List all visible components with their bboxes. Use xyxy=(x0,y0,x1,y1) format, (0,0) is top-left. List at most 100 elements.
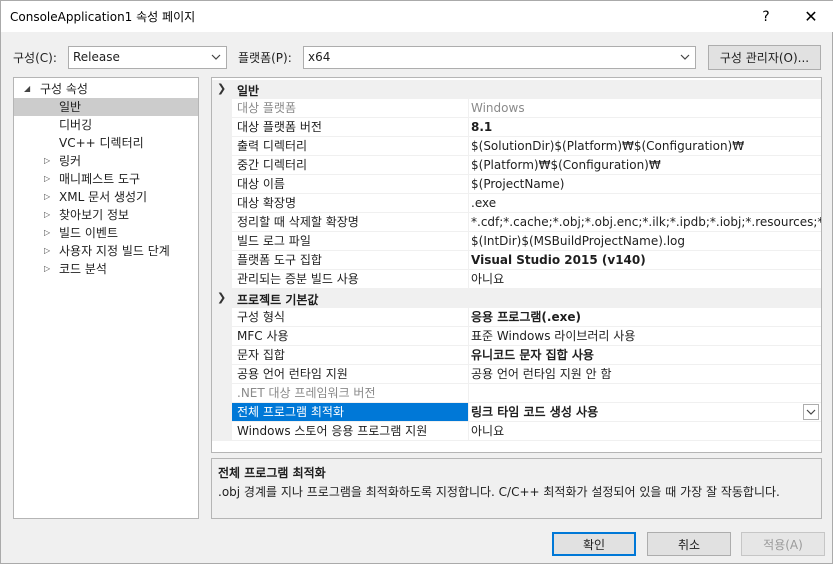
property-row-windows-store-app-support[interactable]: Windows 스토어 응용 프로그램 지원 아니요 xyxy=(212,422,821,441)
configuration-combo[interactable]: Release xyxy=(68,46,227,69)
expand-arrow-icon[interactable]: ▷ xyxy=(44,170,54,188)
category-project-defaults[interactable]: ❯ 프로젝트 기본값 xyxy=(212,289,821,308)
property-name: 플랫폼 도구 집합 xyxy=(232,251,468,270)
tree-item-label: 매니페스트 도구 xyxy=(59,172,141,186)
help-button[interactable]: ? xyxy=(743,1,789,32)
row-margin xyxy=(212,213,232,232)
cancel-button[interactable]: 취소 xyxy=(647,532,731,556)
property-name: 출력 디렉터리 xyxy=(232,137,468,156)
property-name: .NET 대상 프레임워크 버전 xyxy=(232,384,468,403)
property-value[interactable]: $(IntDir)$(MSBuildProjectName).log xyxy=(468,232,821,251)
property-value[interactable]: $(Platform)₩$(Configuration)₩ xyxy=(468,156,821,175)
property-grid[interactable]: ❯ 일반 대상 플랫폼 Windows 대상 플랫폼 버전 8.1 출력 디렉터… xyxy=(211,77,822,453)
property-value[interactable]: $(SolutionDir)$(Platform)₩$(Configuratio… xyxy=(468,137,821,156)
close-button[interactable]: ✕ xyxy=(788,1,833,32)
property-row-clr-support[interactable]: 공용 언어 런타임 지원 공용 언어 런타임 지원 안 함 xyxy=(212,365,821,384)
help-icon: ? xyxy=(762,8,770,25)
row-margin xyxy=(212,270,232,289)
collapse-arrow-icon[interactable]: ◢ xyxy=(24,80,34,98)
apply-button[interactable]: 적용(A) xyxy=(741,532,825,556)
expand-arrow-icon[interactable]: ▷ xyxy=(44,242,54,260)
property-row-use-of-mfc[interactable]: MFC 사용 표준 Windows 라이브러리 사용 xyxy=(212,327,821,346)
property-row-target-platform[interactable]: 대상 플랫폼 Windows xyxy=(212,99,821,118)
configuration-value: Release xyxy=(73,50,120,64)
expand-arrow-icon[interactable]: ▷ xyxy=(44,188,54,206)
property-row-whole-program-optimization[interactable]: 전체 프로그램 최적화 링크 타임 코드 생성 사용 xyxy=(212,403,821,422)
tree-item-code-analysis[interactable]: ▷ 코드 분석 xyxy=(14,260,198,278)
category-label: 프로젝트 기본값 xyxy=(237,293,319,307)
dropdown-button[interactable] xyxy=(803,404,819,420)
tree-item-custom-build-step[interactable]: ▷ 사용자 지정 빌드 단계 xyxy=(14,242,198,260)
property-value[interactable]: 표준 Windows 라이브러리 사용 xyxy=(468,327,821,346)
category-label: 일반 xyxy=(237,84,260,98)
category-general[interactable]: ❯ 일반 xyxy=(212,80,821,99)
property-row-build-log-file[interactable]: 빌드 로그 파일 $(IntDir)$(MSBuildProjectName).… xyxy=(212,232,821,251)
tree-item-browse-information[interactable]: ▷ 찾아보기 정보 xyxy=(14,206,198,224)
tree-item-linker[interactable]: ▷ 링커 xyxy=(14,152,198,170)
chevron-down-icon xyxy=(806,409,816,415)
property-row-intermediate-directory[interactable]: 중간 디렉터리 $(Platform)₩$(Configuration)₩ xyxy=(212,156,821,175)
tree-item-label: 코드 분석 xyxy=(59,262,107,276)
property-value[interactable]: 응용 프로그램(.exe) xyxy=(468,308,821,327)
tree-item-xml-doc-generator[interactable]: ▷ XML 문서 생성기 xyxy=(14,188,198,206)
ok-button[interactable]: 확인 xyxy=(552,532,636,556)
tree-item-general[interactable]: 일반 xyxy=(14,98,198,116)
collapse-chevron-icon[interactable]: ❯ xyxy=(217,291,226,304)
property-row-target-extension[interactable]: 대상 확장명 .exe xyxy=(212,194,821,213)
property-value-dropdown[interactable]: 링크 타임 코드 생성 사용 xyxy=(468,403,821,422)
property-value[interactable]: 아니요 xyxy=(468,422,821,441)
property-value[interactable]: *.cdf;*.cache;*.obj;*.obj.enc;*.ilk;*.ip… xyxy=(468,213,821,232)
tree-item-vc-directories[interactable]: VC++ 디렉터리 xyxy=(14,134,198,152)
property-value[interactable]: $(ProjectName) xyxy=(468,175,821,194)
property-value[interactable]: 공용 언어 런타임 지원 안 함 xyxy=(468,365,821,384)
property-value: 링크 타임 코드 생성 사용 xyxy=(471,405,599,419)
row-margin xyxy=(212,365,232,384)
property-value[interactable]: 8.1 xyxy=(468,118,821,137)
property-name: 관리되는 증분 빌드 사용 xyxy=(232,270,468,289)
chevron-down-icon xyxy=(211,54,221,60)
collapse-chevron-icon[interactable]: ❯ xyxy=(217,82,226,95)
property-name: 대상 이름 xyxy=(232,175,468,194)
property-row-target-name[interactable]: 대상 이름 $(ProjectName) xyxy=(212,175,821,194)
property-tree[interactable]: ◢ 구성 속성 일반 디버깅 VC++ 디렉터리 ▷ 링커 ▷ 매니페스트 도구… xyxy=(13,77,199,519)
row-margin xyxy=(212,327,232,346)
property-row-extensions-to-delete[interactable]: 정리할 때 삭제할 확장명 *.cdf;*.cache;*.obj;*.obj.… xyxy=(212,213,821,232)
expand-arrow-icon[interactable]: ▷ xyxy=(44,206,54,224)
property-pages-dialog: ConsoleApplication1 속성 페이지 ? ✕ 구성(C): Re… xyxy=(0,0,833,564)
property-value[interactable]: 유니코드 문자 집합 사용 xyxy=(468,346,821,365)
expand-arrow-icon[interactable]: ▷ xyxy=(44,224,54,242)
property-row-output-directory[interactable]: 출력 디렉터리 $(SolutionDir)$(Platform)₩$(Conf… xyxy=(212,137,821,156)
expand-arrow-icon[interactable]: ▷ xyxy=(44,152,54,170)
tree-item-debugging[interactable]: 디버깅 xyxy=(14,116,198,134)
tree-item-build-events[interactable]: ▷ 빌드 이벤트 xyxy=(14,224,198,242)
property-name: 대상 플랫폼 버전 xyxy=(232,118,468,137)
row-margin xyxy=(212,156,232,175)
tree-root-configuration-properties[interactable]: ◢ 구성 속성 xyxy=(14,80,198,98)
property-row-configuration-type[interactable]: 구성 형식 응용 프로그램(.exe) xyxy=(212,308,821,327)
property-row-dotnet-target-framework[interactable]: .NET 대상 프레임워크 버전 xyxy=(212,384,821,403)
row-margin xyxy=(212,232,232,251)
property-value[interactable]: .exe xyxy=(468,194,821,213)
property-row-character-set[interactable]: 문자 집합 유니코드 문자 집합 사용 xyxy=(212,346,821,365)
property-row-target-platform-version[interactable]: 대상 플랫폼 버전 8.1 xyxy=(212,118,821,137)
tree-item-label: VC++ 디렉터리 xyxy=(59,136,144,150)
configuration-manager-button[interactable]: 구성 관리자(O)... xyxy=(708,45,821,70)
property-row-managed-incremental-build[interactable]: 관리되는 증분 빌드 사용 아니요 xyxy=(212,270,821,289)
property-name: 빌드 로그 파일 xyxy=(232,232,468,251)
property-name: 중간 디렉터리 xyxy=(232,156,468,175)
row-margin xyxy=(212,422,232,441)
row-margin xyxy=(212,251,232,270)
property-name: 공용 언어 런타임 지원 xyxy=(232,365,468,384)
row-margin xyxy=(212,403,232,422)
property-value[interactable]: Visual Studio 2015 (v140) xyxy=(468,251,821,270)
row-margin xyxy=(212,137,232,156)
property-name: Windows 스토어 응용 프로그램 지원 xyxy=(232,422,468,441)
expand-arrow-icon[interactable]: ▷ xyxy=(44,260,54,278)
tree-item-manifest-tool[interactable]: ▷ 매니페스트 도구 xyxy=(14,170,198,188)
platform-combo[interactable]: x64 xyxy=(303,46,696,69)
property-value[interactable]: 아니요 xyxy=(468,270,821,289)
tree-item-label: 구성 속성 xyxy=(40,82,88,96)
description-text: .obj 경계를 지나 프로그램을 최적화하도록 지정합니다. C/C++ 최적… xyxy=(218,485,780,499)
property-row-platform-toolset[interactable]: 플랫폼 도구 집합 Visual Studio 2015 (v140) xyxy=(212,251,821,270)
property-name: 정리할 때 삭제할 확장명 xyxy=(232,213,468,232)
